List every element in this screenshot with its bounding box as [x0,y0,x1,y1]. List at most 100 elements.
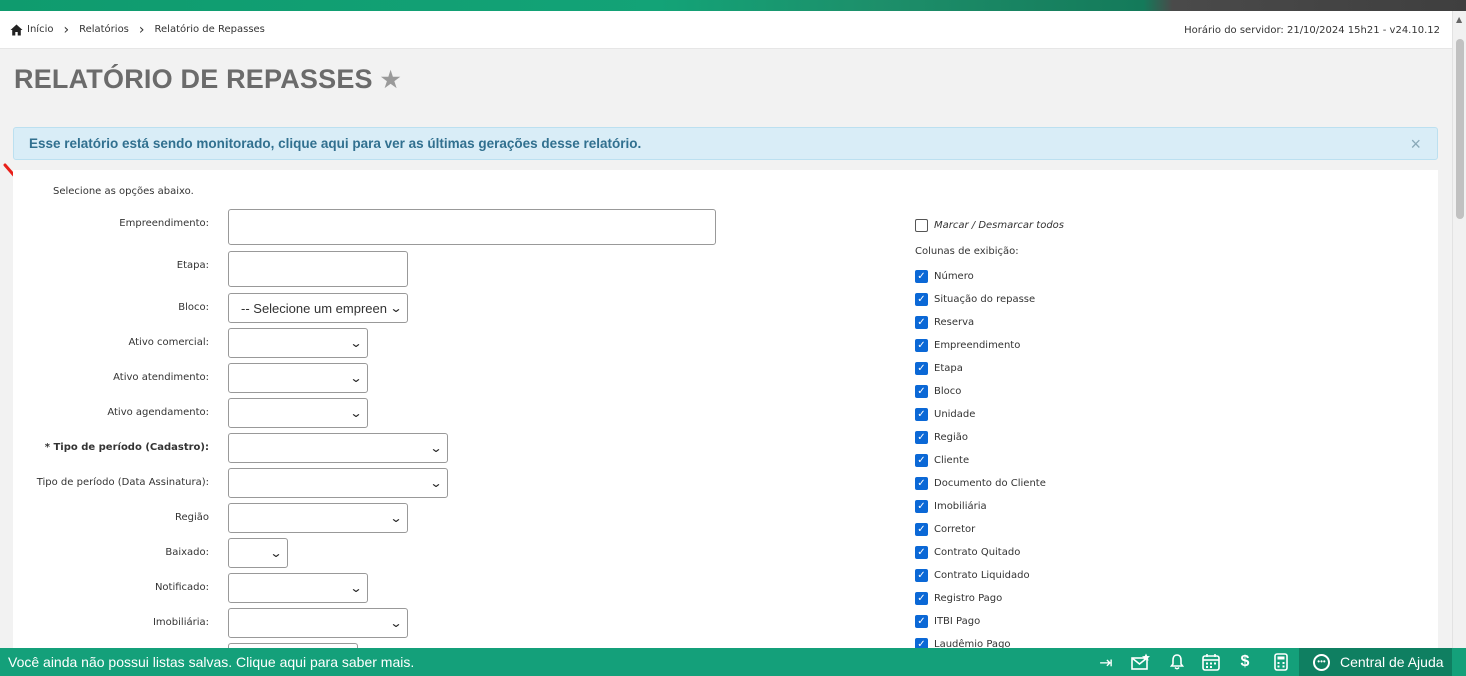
export-icon[interactable]: ⇥ [1094,648,1118,676]
column-checkbox-item[interactable]: ✓ Documento do Cliente [915,472,1064,495]
tipo-periodo-cadastro-label: * Tipo de período (Cadastro): [44,442,209,453]
help-center-button[interactable]: ••• Central de Ajuda [1299,648,1452,676]
column-checkbox-label[interactable]: Etapa [934,363,963,374]
breadcrumb-home-label: Início [27,24,54,35]
scroll-up-arrow-icon[interactable]: ▲ [1456,15,1462,24]
columns-list: ✓ Número ✓ Situação do repasse ✓ Reserva ✓ Empr… [915,265,1064,656]
home-icon [10,24,23,35]
column-checkbox-item[interactable]: ✓ Número [915,265,1064,288]
baixado-label: Baixado: [165,547,209,558]
column-checkbox-label[interactable]: Empreendimento [934,340,1020,351]
page-scrollbar[interactable]: ▲ [1452,11,1466,648]
chat-bubble-icon: ••• [1313,653,1330,671]
imobiliaria-label: Imobiliária: [152,617,209,628]
column-checkbox-item[interactable]: ✓ Reserva [915,311,1064,334]
checkbox-checked-icon[interactable]: ✓ [915,477,928,490]
column-checkbox-item[interactable]: ✓ ITBI Pago [915,610,1064,633]
breadcrumb-item-current: Relatório de Repasses [154,24,265,35]
column-checkbox-label[interactable]: Corretor [934,524,975,535]
column-checkbox-label[interactable]: Imobiliária [934,501,987,512]
breadcrumb-home[interactable]: Início [10,24,53,36]
checkbox-checked-icon[interactable]: ✓ [915,500,928,513]
empreendimento-input[interactable] [228,209,716,245]
column-checkbox-label[interactable]: Bloco [934,386,961,397]
column-checkbox-item[interactable]: ✓ Contrato Liquidado [915,564,1064,587]
checkbox-checked-icon[interactable]: ✓ [915,569,928,582]
chevron-down-icon: ⌄ [389,511,403,525]
column-checkbox-item[interactable]: ✓ Bloco [915,380,1064,403]
column-checkbox-item[interactable]: ✓ Região [915,426,1064,449]
checkbox-checked-icon[interactable]: ✓ [915,339,928,352]
checkbox-checked-icon[interactable]: ✓ [915,431,928,444]
checkbox-checked-icon[interactable]: ✓ [915,408,928,421]
column-checkbox-label[interactable]: Cliente [934,455,969,466]
saved-lists-message[interactable]: Você ainda não possui listas salvas. Cli… [8,648,414,676]
checkbox-checked-icon[interactable]: ✓ [915,454,928,467]
column-checkbox-label[interactable]: Situação do repasse [934,294,1035,305]
imobiliaria-select[interactable]: ⌄ [228,608,408,638]
checkbox-checked-icon[interactable]: ✓ [915,523,928,536]
chevron-down-icon: ⌄ [429,476,443,490]
checkbox-checked-icon[interactable]: ✓ [915,362,928,375]
bloco-select-value: -- Selecione um empreendimento [241,300,387,316]
calculator-icon[interactable] [1269,648,1293,676]
baixado-select[interactable]: ⌄ [228,538,288,568]
monitoring-alert[interactable]: Esse relatório está sendo monitorado, cl… [13,127,1438,160]
column-checkbox-label[interactable]: Registro Pago [934,593,1002,604]
tipo-periodo-cadastro-select[interactable]: ⌄ [228,433,448,463]
checkbox-checked-icon[interactable]: ✓ [915,615,928,628]
checkbox-checked-icon[interactable]: ✓ [915,316,928,329]
bloco-select[interactable]: -- Selecione um empreendimento ⌄ [228,293,408,323]
column-checkbox-label[interactable]: Reserva [934,317,974,328]
etapa-input[interactable] [228,251,408,287]
column-checkbox-item[interactable]: ✓ Corretor [915,518,1064,541]
scroll-thumb[interactable] [1456,39,1464,219]
star-icon[interactable]: ★ [381,67,401,93]
column-checkbox-label[interactable]: Número [934,271,974,282]
checkbox-checked-icon[interactable]: ✓ [915,270,928,283]
column-checkbox-item[interactable]: ✓ Etapa [915,357,1064,380]
ativo-agendamento-select[interactable]: ⌄ [228,398,368,428]
toggle-all-label[interactable]: Marcar / Desmarcar todos [934,220,1064,231]
chevron-down-icon: ⌄ [389,616,403,630]
close-icon[interactable]: × [1410,134,1421,155]
help-center-label: Central de Ajuda [1340,654,1444,670]
mail-star-icon[interactable] [1129,648,1153,676]
column-checkbox-item[interactable]: ✓ Imobiliária [915,495,1064,518]
regiao-select[interactable]: ⌄ [228,503,408,533]
checkbox-checked-icon[interactable]: ✓ [915,385,928,398]
column-checkbox-label[interactable]: Contrato Liquidado [934,570,1030,581]
column-checkbox-label[interactable]: Unidade [934,409,975,420]
column-checkbox-item[interactable]: ✓ Contrato Quitado [915,541,1064,564]
ativo-atendimento-select[interactable]: ⌄ [228,363,368,393]
instructions-text: Selecione as opções abaixo. [53,186,194,197]
column-checkbox-label[interactable]: Contrato Quitado [934,547,1020,558]
column-checkbox-item[interactable]: ✓ Unidade [915,403,1064,426]
column-checkbox-item[interactable]: ✓ Registro Pago [915,587,1064,610]
column-checkbox-label[interactable]: Documento do Cliente [934,478,1046,489]
column-checkbox-item[interactable]: ✓ Cliente [915,449,1064,472]
chevron-right-icon: › [138,21,145,38]
notificado-select[interactable]: ⌄ [228,573,368,603]
dollar-icon[interactable]: $ [1235,648,1255,676]
column-checkbox-item[interactable]: ✓ Empreendimento [915,334,1064,357]
alert-text[interactable]: Esse relatório está sendo monitorado, cl… [29,136,641,151]
etapa-label: Etapa: [176,260,209,271]
checkbox-checked-icon[interactable]: ✓ [915,293,928,306]
chevron-right-icon: › [63,21,70,38]
chevron-down-icon: ⌄ [349,406,363,420]
tipo-periodo-assinatura-select[interactable]: ⌄ [228,468,448,498]
checkbox-unchecked-icon[interactable] [915,219,928,232]
checkbox-checked-icon[interactable]: ✓ [915,592,928,605]
checkbox-checked-icon[interactable]: ✓ [915,546,928,559]
regiao-label: Região [174,512,209,523]
bell-icon[interactable] [1165,648,1189,676]
column-checkbox-item[interactable]: ✓ Situação do repasse [915,288,1064,311]
calendar-icon[interactable] [1199,648,1223,676]
toggle-all-checkbox[interactable]: Marcar / Desmarcar todos [915,214,1064,237]
column-checkbox-label[interactable]: Região [934,432,968,443]
column-checkbox-label[interactable]: ITBI Pago [934,616,980,627]
ativo-comercial-select[interactable]: ⌄ [228,328,368,358]
page-title-wrap: RELATÓRIO DE REPASSES ★ [14,64,401,95]
breadcrumb-item-relatorios[interactable]: Relatórios [79,24,129,35]
